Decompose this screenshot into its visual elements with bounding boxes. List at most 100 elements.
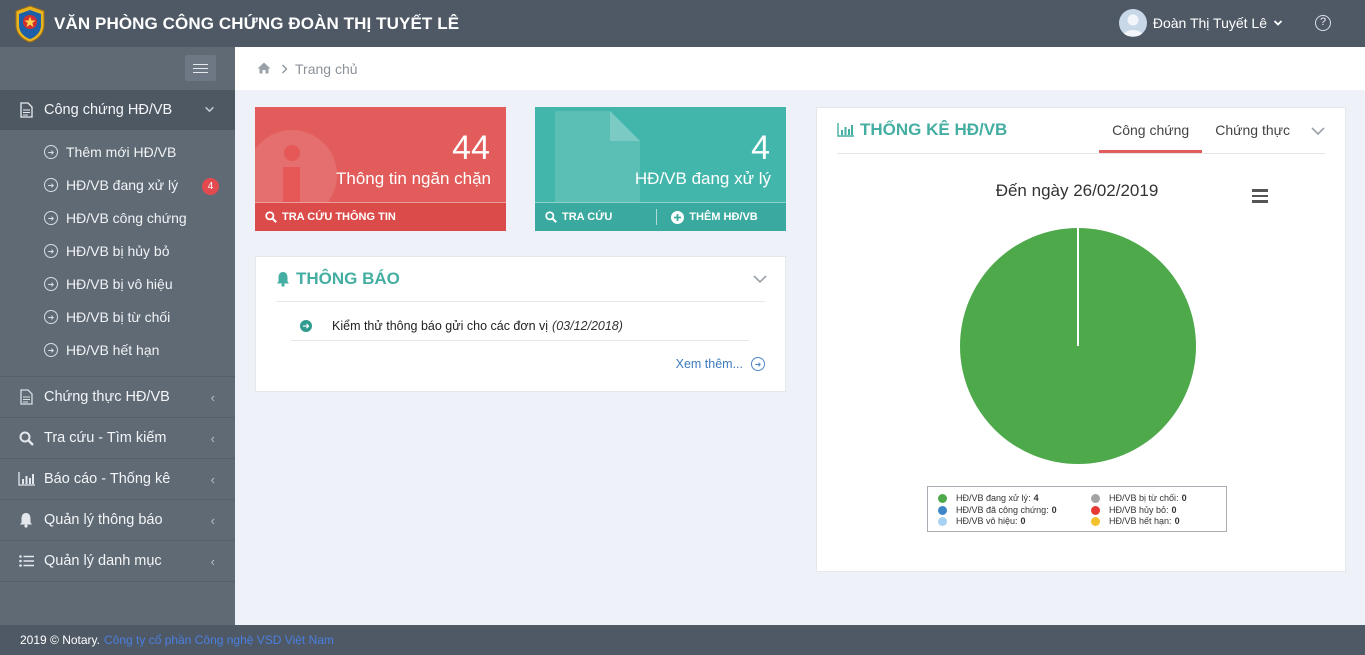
sidebar-item-label: Quản lý thông báo: [44, 512, 163, 528]
submenu-item-vo-hieu[interactable]: ➜ HĐ/VB bị vô hiệu: [44, 276, 173, 292]
notice-item[interactable]: ➜ Kiểm thử thông báo gửi cho các đơn vị …: [300, 319, 623, 333]
sidebar-item-thong-bao[interactable]: Quản lý thông báo ‹: [0, 500, 235, 540]
chevron-down-icon[interactable]: [1303, 108, 1325, 139]
see-more-label: Xem thêm...: [675, 357, 743, 371]
sidebar: Công chứng HĐ/VB ➜ Thêm mới HĐ/VB ➜ HĐ/VB …: [0, 47, 235, 625]
submenu-label: HĐ/VB đang xử lý: [66, 177, 179, 193]
legend-swatch-4: [938, 516, 947, 526]
legend-swatch-3: [1091, 505, 1100, 515]
sidebar-item-danh-muc[interactable]: Quản lý danh mục ‹: [0, 541, 235, 581]
legend-value: 0: [1020, 516, 1026, 526]
legend-label: HĐ/VB đã công chứng: [956, 505, 1047, 515]
legend-item[interactable]: HĐ/VB vô hiệu:0: [938, 516, 1026, 526]
arrow-circle-icon: ➜: [44, 310, 58, 324]
stats-tabs: Công chứng Chứng thực: [1099, 108, 1325, 153]
bell-icon: [17, 512, 35, 528]
search-icon: [545, 211, 557, 223]
blocked-count: 44: [452, 129, 490, 167]
lookup-info-button[interactable]: TRA CỨU THÔNG TIN: [265, 211, 396, 223]
submenu-item-dang-xu-ly[interactable]: ➜ HĐ/VB đang xử lý: [44, 177, 178, 193]
breadcrumb: Trang chủ: [235, 47, 1365, 90]
see-more-link[interactable]: Xem thêm... ➜: [676, 357, 765, 371]
divider: [291, 340, 749, 341]
company-link[interactable]: Công ty cổ phần Công nghệ VSD Việt Nam: [104, 633, 334, 647]
search-icon: [265, 211, 277, 223]
notice-title-text: THÔNG BÁO: [296, 269, 400, 288]
sidebar-item-label: Báo cáo - Thống kê: [44, 471, 171, 487]
plus-circle-icon: [671, 210, 685, 224]
arrow-circle-icon: ➜: [44, 145, 58, 159]
legend-swatch-2: [938, 505, 947, 515]
legend-item[interactable]: HĐ/VB hết hạn:0: [1091, 516, 1180, 526]
submenu-label: Thêm mới HĐ/VB: [66, 144, 177, 160]
pie-chart: [960, 228, 1196, 464]
legend-label: HĐ/VB đang xử lý: [956, 493, 1029, 503]
submenu-label: HĐ/VB hết hạn: [66, 342, 160, 358]
sidebar-item-label: Quản lý danh mục: [44, 553, 162, 569]
submenu-item-het-han[interactable]: ➜ HĐ/VB hết hạn: [44, 342, 159, 358]
legend-item[interactable]: HĐ/VB bị từ chối:0: [1091, 493, 1187, 503]
submenu-label: HĐ/VB bị từ chối: [66, 309, 171, 325]
legend-label: HĐ/VB hết hạn: [1109, 516, 1170, 526]
stats-panel: THỐNG KÊ HĐ/VB Công chứng Chứng thực Đến…: [816, 107, 1346, 572]
stats-title: THỐNG KÊ HĐ/VB: [837, 120, 1007, 140]
legend-swatch-5: [1091, 516, 1100, 526]
processing-count: 4: [751, 129, 770, 167]
tab-chung-thuc[interactable]: Chứng thực: [1202, 108, 1303, 153]
legend-item[interactable]: HĐ/VB đã công chứng:0: [938, 505, 1057, 515]
legend-value: 0: [1181, 493, 1187, 503]
notice-item-date: (03/12/2018): [552, 319, 623, 333]
divider: [0, 581, 235, 582]
help-icon[interactable]: ?: [1315, 15, 1331, 31]
user-menu[interactable]: Đoàn Thị Tuyết Lê: [1118, 9, 1283, 37]
tab-cong-chung[interactable]: Công chứng: [1099, 108, 1203, 153]
bell-icon: [277, 272, 289, 287]
document-icon: [17, 389, 35, 405]
document-icon: [555, 111, 640, 211]
bar-chart-icon: [17, 472, 35, 486]
user-name: Đoàn Thị Tuyết Lê: [1152, 15, 1267, 31]
submenu-item-tu-choi[interactable]: ➜ HĐ/VB bị từ chối: [44, 309, 170, 325]
sidebar-item-label: Tra cứu - Tìm kiếm: [44, 430, 167, 446]
submenu-item-cong-chung[interactable]: ➜ HĐ/VB công chứng: [44, 210, 187, 226]
add-document-button[interactable]: THÊM HĐ/VB: [671, 210, 758, 224]
search-icon: [17, 431, 35, 446]
submenu-item-them-moi[interactable]: ➜ Thêm mới HĐ/VB: [44, 144, 176, 160]
blocked-info-card: 44 Thông tin ngăn chặn TRA CỨU THÔNG TIN: [255, 107, 506, 231]
sidebar-item-label: Chứng thực HĐ/VB: [44, 389, 170, 405]
sidebar-toggle-button[interactable]: [185, 55, 216, 81]
legend-value: 0: [1174, 516, 1180, 526]
legend-item[interactable]: HĐ/VB đang xử lý:4: [938, 493, 1039, 503]
divider: [656, 209, 658, 225]
divider: [837, 153, 1325, 154]
collapse-chevron-icon[interactable]: [753, 271, 767, 287]
sidebar-item-tra-cuu[interactable]: Tra cứu - Tìm kiếm ‹: [0, 418, 235, 458]
lookup-button[interactable]: TRA CỨU: [545, 211, 612, 223]
home-icon[interactable]: [257, 61, 271, 77]
processing-card: 4 HĐ/VB đang xử lý TRA CỨU THÊM HĐ/VB: [535, 107, 786, 231]
top-bar: VĂN PHÒNG CÔNG CHỨNG ĐOÀN THỊ TUYẾT LÊ Đ…: [0, 0, 1365, 47]
sidebar-item-cong-chung[interactable]: Công chứng HĐ/VB: [0, 90, 235, 130]
sidebar-item-bao-cao[interactable]: Báo cáo - Thống kê ‹: [0, 459, 235, 499]
legend-value: 4: [1033, 493, 1039, 503]
chart-menu-icon[interactable]: [1252, 189, 1268, 203]
legend-swatch-0: [938, 493, 947, 503]
sidebar-item-chung-thuc[interactable]: Chứng thực HĐ/VB ‹: [0, 377, 235, 417]
submenu-item-huy-bo[interactable]: ➜ HĐ/VB bị hủy bỏ: [44, 243, 170, 259]
chart-legend: HĐ/VB đang xử lý:4 HĐ/VB bị từ chối:0 HĐ…: [927, 486, 1227, 532]
lookup-label: TRA CỨU: [562, 211, 613, 223]
breadcrumb-current: Trang chủ: [295, 60, 358, 77]
stats-title-text: THỐNG KÊ HĐ/VB: [860, 120, 1008, 139]
chevron-down-icon: [204, 103, 215, 118]
legend-swatch-1: [1091, 493, 1100, 503]
legend-item[interactable]: HĐ/VB hủy bỏ:0: [1091, 505, 1177, 515]
processing-count-badge: 4: [202, 178, 219, 195]
arrow-circle-icon: ➜: [44, 178, 58, 192]
arrow-circle-icon: ➜: [44, 343, 58, 357]
divider: [276, 301, 765, 302]
bar-chart-icon: [837, 123, 854, 137]
avatar: [1118, 9, 1147, 37]
arrow-circle-icon: ➜: [44, 244, 58, 258]
sidebar-item-label: Công chứng HĐ/VB: [44, 102, 173, 118]
legend-value: 0: [1051, 505, 1057, 515]
